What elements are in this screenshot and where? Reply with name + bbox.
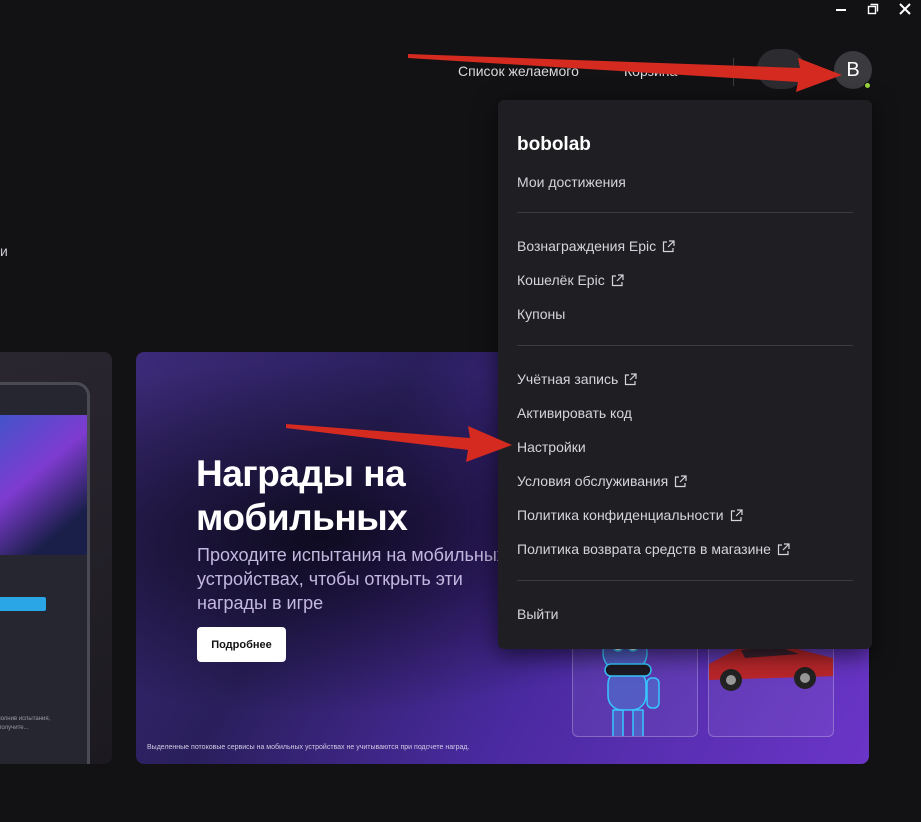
menu-item-label: Выйти — [517, 606, 559, 622]
menu-item-settings[interactable]: Настройки — [517, 439, 586, 455]
menu-item-epic-rewards[interactable]: Вознаграждения Epic — [517, 238, 675, 254]
menu-divider — [517, 580, 853, 581]
close-icon[interactable] — [889, 0, 921, 18]
menu-divider — [517, 345, 853, 346]
external-link-icon — [611, 273, 624, 286]
nav-divider — [733, 58, 734, 86]
tablet-screen-art — [0, 415, 87, 555]
external-link-icon — [777, 542, 790, 555]
carousel-card-previous[interactable]: Выполнив испытания, вы получите... — [0, 352, 112, 764]
menu-item-privacy[interactable]: Политика конфиденциальности — [517, 507, 743, 523]
menu-item-label: Активировать код — [517, 405, 632, 421]
menu-item-terms[interactable]: Условия обслуживания — [517, 473, 687, 489]
wishlist-link[interactable]: Список желаемого — [458, 63, 579, 79]
menu-username: bobolab — [517, 134, 591, 155]
tablet-button-shape — [0, 597, 46, 611]
external-link-icon — [675, 474, 687, 487]
promo-footnote: Выделенные потоковые сервисы на мобильны… — [147, 744, 470, 751]
menu-item-epic-wallet[interactable]: Кошелёк Epic — [517, 272, 624, 288]
menu-item-label: Мои достижения — [517, 174, 626, 190]
tablet-image: Выполнив испытания, вы получите... — [0, 382, 90, 764]
menu-divider — [517, 212, 853, 213]
promo-title-line1: Награды на — [196, 453, 406, 494]
external-link-icon — [663, 239, 675, 252]
menu-item-label: Настройки — [517, 439, 586, 455]
side-text: и — [0, 243, 8, 259]
friends-pill-button[interactable] — [757, 49, 805, 89]
menu-item-label: Политика конфиденциальности — [517, 507, 724, 523]
promo-title: Награды на мобильных — [196, 452, 408, 540]
avatar-letter: B — [846, 58, 860, 81]
minimize-icon[interactable] — [825, 0, 857, 18]
restore-icon[interactable] — [857, 0, 889, 18]
external-link-icon — [730, 508, 743, 521]
menu-item-achievements[interactable]: Мои достижения — [517, 174, 626, 190]
user-dropdown-menu: bobolab Мои достижения Вознаграждения Ep… — [498, 100, 872, 649]
menu-item-refund-policy[interactable]: Политика возврата средств в магазине — [517, 541, 790, 557]
menu-item-label: Учётная запись — [517, 371, 619, 387]
menu-item-label: Условия обслуживания — [517, 473, 669, 489]
window-controls — [825, 0, 921, 18]
menu-item-label: Вознаграждения Epic — [517, 238, 657, 254]
menu-item-coupons[interactable]: Купоны — [517, 306, 565, 322]
menu-item-logout[interactable]: Выйти — [517, 606, 558, 622]
menu-item-label: Политика возврата средств в магазине — [517, 541, 771, 557]
menu-item-label: Купоны — [517, 306, 566, 322]
tablet-text: Выполнив испытания, вы получите... — [0, 716, 51, 731]
online-status-dot — [864, 82, 871, 89]
promo-subtitle: Проходите испытания на мобильных устройс… — [197, 545, 506, 613]
promo-title-line2: мобильных — [196, 497, 408, 538]
cart-link[interactable]: Корзина — [624, 63, 677, 79]
menu-item-label: Кошелёк Epic — [517, 272, 605, 288]
external-link-icon — [625, 372, 637, 385]
learn-more-button[interactable]: Подробнее — [197, 627, 286, 662]
menu-item-account[interactable]: Учётная запись — [517, 371, 637, 387]
menu-item-redeem-code[interactable]: Активировать код — [517, 405, 632, 421]
